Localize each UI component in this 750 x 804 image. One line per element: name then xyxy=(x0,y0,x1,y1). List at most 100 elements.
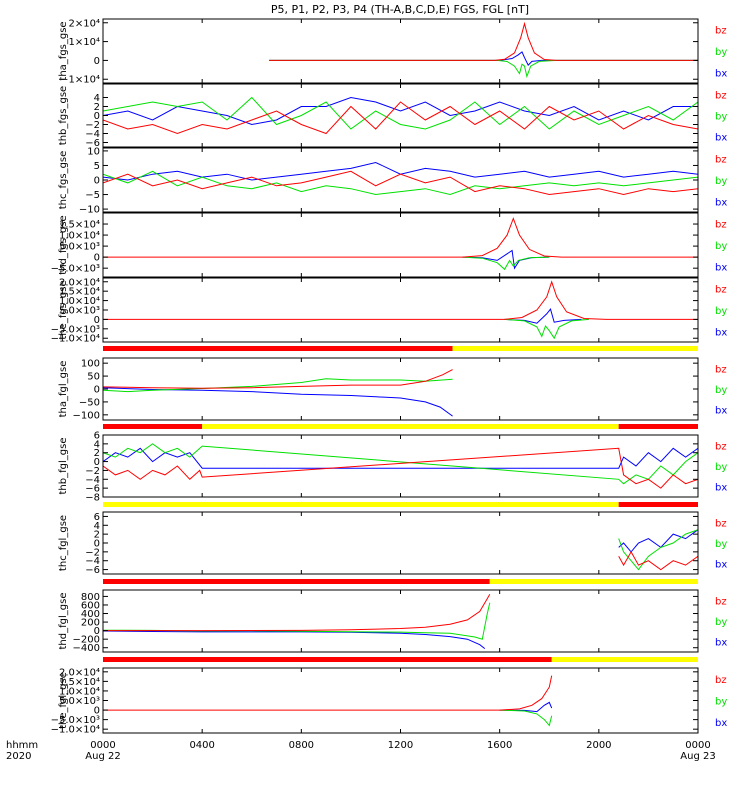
stack-plot: P5, P1, P2, P3, P4 (TH-A,B,C,D,E) FGS, F… xyxy=(6,3,728,762)
series-group xyxy=(618,529,698,571)
y-axis-label: thd_fgl_gse xyxy=(58,593,69,650)
panel-the_fgs_gse: 2.0×10⁴1.5×10⁴1.0×10⁴5.0×10³0−5.0×10³−1.… xyxy=(51,277,728,344)
legend-by: by xyxy=(715,176,727,187)
panel-tha_fgl_gse: 100 50 0−50 −100 tha_fgl_gse bz by bx xyxy=(58,346,727,421)
panel-the_fgl_gse: 2.0×10⁴1.5×10⁴1.0×10⁴5.0×10³0−5.0×10³−1.… xyxy=(51,657,727,736)
series-group xyxy=(103,161,698,196)
series-group xyxy=(103,443,698,489)
series-line-bz xyxy=(103,217,698,258)
series-line-bx xyxy=(462,249,550,270)
quality-bar-segment xyxy=(452,346,698,351)
series-line-bz xyxy=(103,369,453,389)
plot-title: P5, P1, P2, P3, P4 (TH-A,B,C,D,E) FGS, F… xyxy=(271,3,529,16)
legend-by: by xyxy=(715,539,727,550)
series-group xyxy=(269,21,698,79)
legend-bz: bz xyxy=(715,285,727,296)
legend-bz: bz xyxy=(715,91,727,102)
series-line-by xyxy=(618,529,698,571)
legend-by: by xyxy=(715,112,727,123)
legend-bx: bx xyxy=(715,197,727,208)
series-line-bz xyxy=(103,280,698,320)
series-line-by xyxy=(103,602,491,640)
series-line-by xyxy=(269,59,698,79)
time-tick-date: Aug 23 xyxy=(680,751,715,762)
time-tick-label: 0000 xyxy=(685,740,710,751)
y-tick-label: 0 xyxy=(94,56,100,67)
quality-bar-segment xyxy=(103,657,552,662)
panel-thc_fgs_gse: 10 5 0 −5 −10 thc_fgs_gse bz by bx xyxy=(58,146,727,215)
panel-frame xyxy=(102,434,699,498)
panel-frame xyxy=(102,511,699,575)
quality-bar-segment xyxy=(618,424,698,429)
legend-bz: bz xyxy=(715,26,727,37)
panel-frame xyxy=(102,18,699,84)
time-tick-label: 0800 xyxy=(289,740,314,751)
series-group xyxy=(103,217,698,271)
y-tick-label: 1×10⁴ xyxy=(69,37,100,48)
series-line-bx xyxy=(103,161,698,181)
time-tick-label: 1600 xyxy=(487,740,512,751)
y-tick-label: 100 xyxy=(81,359,100,370)
panel-frame xyxy=(102,83,699,148)
y-tick-label: −6 xyxy=(85,565,100,576)
legend-bz: bz xyxy=(715,220,727,231)
legend-bx: bx xyxy=(715,133,727,144)
y-tick-label: −5 xyxy=(85,190,100,201)
legend-by: by xyxy=(715,462,727,473)
panel-stack: 2×10⁴1×10⁴0−1×10⁴tha_fgs_gse bzbybx420−2−… xyxy=(51,18,728,735)
legend-bx: bx xyxy=(715,68,727,79)
y-tick-label: 10 xyxy=(87,146,100,157)
legend-bz: bz xyxy=(715,596,727,607)
y-tick-label: −400 xyxy=(73,643,100,654)
series-line-bx xyxy=(269,51,698,66)
panel-frame xyxy=(102,212,699,278)
panel-frame xyxy=(102,667,699,734)
legend-bx: bx xyxy=(715,638,727,649)
y-tick-label: −100 xyxy=(73,410,100,421)
legend-bx: bx xyxy=(715,718,727,729)
y-axis-label: thb_fgl_gse xyxy=(58,438,69,495)
y-tick-label: −8 xyxy=(85,493,100,504)
y-tick-label: 50 xyxy=(87,372,100,383)
panel-frame xyxy=(102,147,699,213)
series-group xyxy=(103,280,698,340)
legend-bz: bz xyxy=(715,364,727,375)
panel-thc_fgl_gse: 6420−2−4−6thc_fgl_gse bzbybx xyxy=(58,502,727,576)
series-group xyxy=(103,96,698,135)
series-line-bz xyxy=(103,594,491,632)
y-tick-label: −10 xyxy=(79,205,100,216)
quality-bar-segment xyxy=(103,579,490,584)
legend-bz: bz xyxy=(715,675,727,686)
quality-bar-segment xyxy=(202,424,619,429)
series-group xyxy=(103,369,453,417)
time-tick-label: 1200 xyxy=(388,740,413,751)
panel-thb_fgl_gse: 6420−2−4−6−8thb_fgl_gse bzbybx xyxy=(58,424,727,504)
time-axis-row-label-1: hhmm xyxy=(6,740,38,751)
series-group xyxy=(103,675,553,727)
y-axis-label: the_fgl_gse xyxy=(58,672,69,729)
series-group xyxy=(103,594,491,649)
legend-bz: bz xyxy=(715,155,727,166)
y-axis-label: tha_fgl_gse xyxy=(58,361,69,418)
time-tick-date: Aug 22 xyxy=(85,751,120,762)
y-axis-label: the_fgs_gse xyxy=(58,280,69,339)
panel-thb_fgs_gse: 420−2−4−6thb_fgs_gse bzbybx xyxy=(58,83,727,149)
y-tick-label: 0 xyxy=(94,176,100,187)
series-line-bx xyxy=(103,447,698,469)
y-axis-label: thc_fgs_gse xyxy=(58,151,69,210)
legend-by: by xyxy=(715,697,727,708)
legend-by: by xyxy=(715,241,727,252)
time-tick-label: 0400 xyxy=(189,740,214,751)
quality-bar-segment xyxy=(551,657,698,662)
panel-frame xyxy=(102,589,699,653)
time-axis: hhmm 2020 0000Aug 220400 0800 1200 1600 2000… xyxy=(6,740,716,762)
legend-by: by xyxy=(715,617,727,628)
legend-by: by xyxy=(715,385,727,396)
series-line-bx xyxy=(103,387,453,417)
y-tick-label: 2×10⁴ xyxy=(69,18,100,29)
y-axis-label: thb_fgs_gse xyxy=(58,86,69,145)
series-line-by xyxy=(504,318,589,340)
y-tick-label: 0 xyxy=(94,385,100,396)
time-tick-label: 0000 xyxy=(90,740,115,751)
quality-bar-segment xyxy=(103,346,453,351)
